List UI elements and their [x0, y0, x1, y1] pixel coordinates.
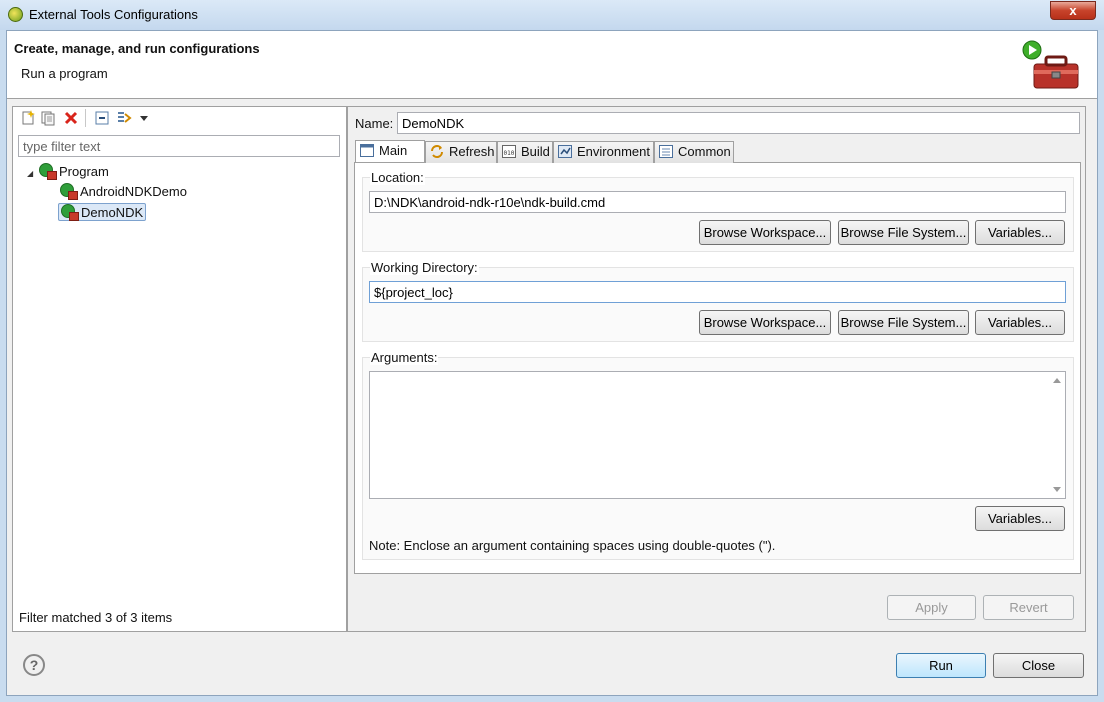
workdir-variables-button[interactable]: Variables...	[975, 310, 1065, 335]
revert-button[interactable]: Revert	[983, 595, 1074, 620]
location-variables-button[interactable]: Variables...	[975, 220, 1065, 245]
filter-configurations-icon[interactable]	[116, 110, 132, 126]
svg-text:010: 010	[504, 150, 515, 157]
apply-button[interactable]: Apply	[887, 595, 976, 620]
arguments-label: Arguments:	[370, 350, 439, 365]
banner-subtitle: Run a program	[21, 66, 108, 81]
app-icon	[8, 7, 23, 22]
run-button[interactable]: Run	[896, 653, 986, 678]
window-close-button[interactable]: x	[1050, 1, 1096, 20]
window-title: External Tools Configurations	[29, 7, 198, 22]
collapse-all-icon[interactable]	[94, 110, 110, 126]
tree-item-label: AndroidNDKDemo	[80, 184, 187, 199]
tab-label: Common	[678, 144, 731, 159]
scroll-down-icon[interactable]	[1053, 487, 1061, 492]
common-tab-icon	[659, 145, 673, 158]
tab-label: Build	[521, 144, 550, 159]
location-browse-workspace-button[interactable]: Browse Workspace...	[699, 220, 831, 245]
tab-common[interactable]: Common	[654, 141, 734, 163]
arguments-note: Note: Enclose an argument containing spa…	[369, 538, 776, 553]
toolbar-separator	[85, 109, 86, 127]
tree-item-program[interactable]: ◢ Program	[27, 163, 109, 181]
scroll-up-icon[interactable]	[1053, 378, 1061, 383]
arguments-scrollbar[interactable]	[1049, 372, 1065, 498]
program-icon	[39, 163, 57, 180]
tab-refresh[interactable]: Refresh	[425, 141, 497, 163]
name-input[interactable]	[397, 112, 1080, 134]
tab-label: Refresh	[449, 144, 495, 159]
build-binary-icon: 010	[502, 145, 516, 158]
main-tab-icon	[360, 144, 374, 157]
tree-item-label: Program	[59, 164, 109, 179]
view-menu-chevron-down-icon[interactable]	[139, 110, 149, 126]
workdir-browse-workspace-button[interactable]: Browse Workspace...	[699, 310, 831, 335]
toolbox-run-icon	[1022, 40, 1079, 89]
workdir-browse-file-system-button[interactable]: Browse File System...	[838, 310, 969, 335]
tab-label: Environment	[577, 144, 650, 159]
working-directory-input[interactable]	[369, 281, 1066, 303]
filter-input[interactable]	[18, 135, 340, 157]
expand-chevron-icon[interactable]: ◢	[27, 165, 37, 183]
new-configuration-icon[interactable]	[20, 110, 36, 126]
close-button[interactable]: Close	[993, 653, 1084, 678]
launch-config-icon	[61, 204, 79, 221]
arguments-textarea[interactable]	[369, 371, 1066, 499]
banner-title: Create, manage, and run configurations	[14, 41, 260, 56]
refresh-icon	[431, 145, 443, 158]
environment-icon	[558, 145, 572, 158]
tab-main[interactable]: Main	[355, 140, 425, 162]
working-directory-label: Working Directory:	[370, 260, 479, 275]
tree-item-label: DemoNDK	[81, 205, 144, 220]
tree-item-androidndkdemo[interactable]: AndroidNDKDemo	[60, 183, 187, 201]
tab-build[interactable]: 010 Build	[497, 141, 553, 163]
tab-label: Main	[379, 143, 408, 158]
launch-config-icon	[60, 183, 78, 200]
tab-environment[interactable]: Environment	[553, 141, 654, 163]
arguments-variables-button[interactable]: Variables...	[975, 506, 1065, 531]
name-label: Name:	[355, 116, 394, 131]
location-input[interactable]	[369, 191, 1066, 213]
filter-status-text: Filter matched 3 of 3 items	[19, 610, 173, 625]
help-icon[interactable]: ?	[23, 654, 45, 676]
location-label: Location:	[370, 170, 425, 185]
tree-item-demondk[interactable]: DemoNDK	[58, 203, 147, 221]
delete-icon[interactable]	[63, 110, 79, 126]
location-browse-file-system-button[interactable]: Browse File System...	[838, 220, 969, 245]
duplicate-icon[interactable]	[40, 110, 56, 126]
